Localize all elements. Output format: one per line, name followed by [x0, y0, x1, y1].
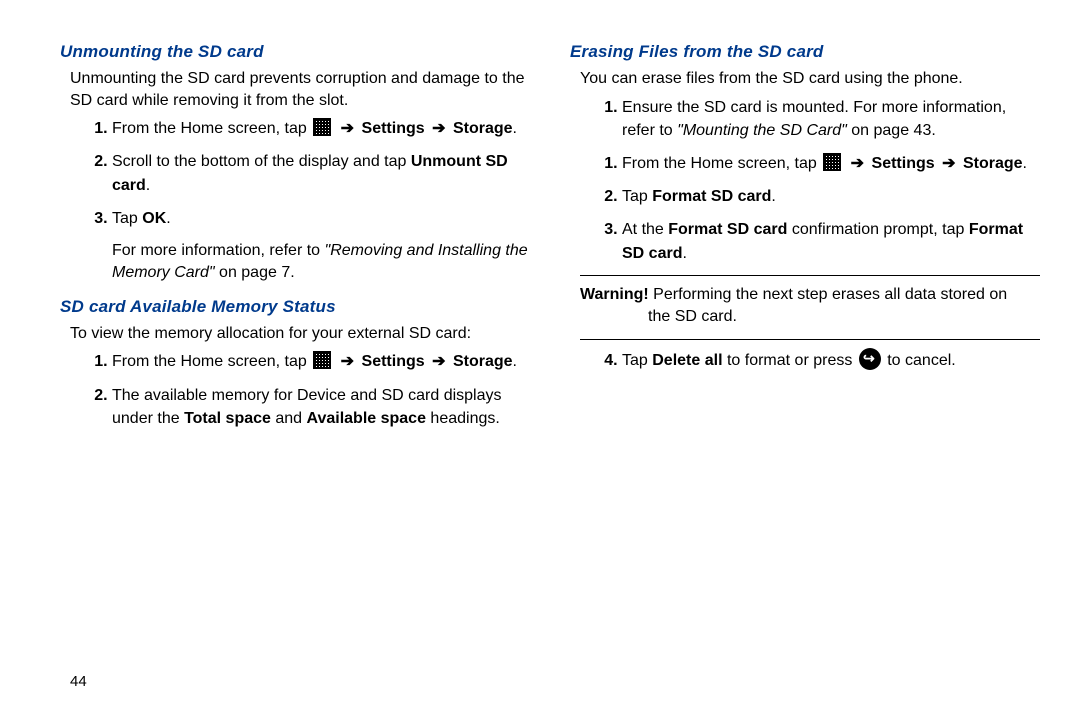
step-text: At the: [622, 221, 668, 238]
settings-label: Settings: [362, 353, 425, 370]
storage-label: Storage: [963, 155, 1023, 172]
apps-icon: [313, 118, 331, 136]
ref-mounting: "Mounting the SD Card": [677, 122, 847, 139]
step-post: on page 43.: [847, 122, 936, 139]
steps-erasing-cont: Tap Delete all to format or press to can…: [600, 348, 1040, 372]
formore-pre: For more information, refer to: [112, 242, 325, 259]
step-mid: and: [271, 410, 307, 427]
step-2: The available memory for Device and SD c…: [112, 384, 530, 430]
step-text: Scroll to the bottom of the display and …: [112, 153, 411, 170]
storage-label: Storage: [453, 353, 513, 370]
step-1b: From the Home screen, tap ➔ Settings ➔ S…: [622, 152, 1040, 175]
settings-label: Settings: [872, 155, 935, 172]
right-column: Erasing Files from the SD card You can e…: [570, 30, 1040, 440]
step-1: Ensure the SD card is mounted. For more …: [622, 96, 1040, 142]
step-text: Tap: [622, 352, 652, 369]
intro-memory-status: To view the memory allocation for your e…: [70, 323, 530, 345]
arrow-icon: ➔: [341, 353, 354, 370]
step-text: From the Home screen, tap: [622, 155, 817, 172]
steps-memory-status: From the Home screen, tap ➔ Settings ➔ S…: [90, 350, 530, 430]
intro-erasing: You can erase files from the SD card usi…: [580, 68, 1040, 90]
step-text: From the Home screen, tap: [112, 353, 307, 370]
delete-all-label: Delete all: [652, 352, 722, 369]
step-1: From the Home screen, tap ➔ Settings ➔ S…: [112, 117, 530, 140]
manual-page: Unmounting the SD card Unmounting the SD…: [0, 0, 1080, 450]
page-number: 44: [70, 673, 87, 690]
divider: [580, 275, 1040, 276]
format-label-1: Format SD card: [668, 221, 787, 238]
for-more-info: For more information, refer to "Removing…: [112, 240, 530, 285]
heading-memory-status: SD card Available Memory Status: [60, 297, 530, 317]
apps-icon: [823, 153, 841, 171]
warning-text-2: the SD card.: [648, 306, 1040, 328]
step-text: From the Home screen, tap: [112, 120, 307, 137]
steps-unmounting: From the Home screen, tap ➔ Settings ➔ S…: [90, 117, 530, 230]
arrow-icon: ➔: [432, 353, 445, 370]
step-2: Scroll to the bottom of the display and …: [112, 150, 530, 196]
ok-label: OK: [142, 210, 166, 227]
step-mid: to format or press: [723, 352, 857, 369]
warning-text-1: Performing the next step erases all data…: [649, 286, 1007, 303]
step-mid: confirmation prompt, tap: [787, 221, 968, 238]
formore-post: on page 7.: [215, 264, 295, 281]
step-1: From the Home screen, tap ➔ Settings ➔ S…: [112, 350, 530, 373]
step-text: Tap: [622, 188, 652, 205]
left-column: Unmounting the SD card Unmounting the SD…: [60, 30, 530, 440]
total-space-label: Total space: [184, 410, 271, 427]
step-post: to cancel.: [883, 352, 956, 369]
arrow-icon: ➔: [432, 120, 445, 137]
step-2: Tap Format SD card.: [622, 185, 1040, 208]
steps-erasing: Ensure the SD card is mounted. For more …: [600, 96, 1040, 265]
arrow-icon: ➔: [942, 155, 955, 172]
intro-unmounting: Unmounting the SD card prevents corrupti…: [70, 68, 530, 111]
step-post: headings.: [426, 410, 500, 427]
step-text: Tap: [112, 210, 142, 227]
heading-unmounting: Unmounting the SD card: [60, 42, 530, 62]
format-label: Format SD card: [652, 188, 771, 205]
back-icon: [859, 348, 881, 370]
arrow-icon: ➔: [341, 120, 354, 137]
step-4: Tap Delete all to format or press to can…: [622, 348, 1040, 372]
heading-erasing: Erasing Files from the SD card: [570, 42, 1040, 62]
arrow-icon: ➔: [851, 155, 864, 172]
step-3: At the Format SD card confirmation promp…: [622, 218, 1040, 264]
warning-label: Warning!: [580, 286, 649, 303]
settings-label: Settings: [362, 120, 425, 137]
warning-block: Warning! Performing the next step erases…: [580, 284, 1040, 329]
divider: [580, 339, 1040, 340]
apps-icon: [313, 351, 331, 369]
step-3: Tap OK.: [112, 207, 530, 230]
available-space-label: Available space: [307, 410, 426, 427]
storage-label: Storage: [453, 120, 513, 137]
